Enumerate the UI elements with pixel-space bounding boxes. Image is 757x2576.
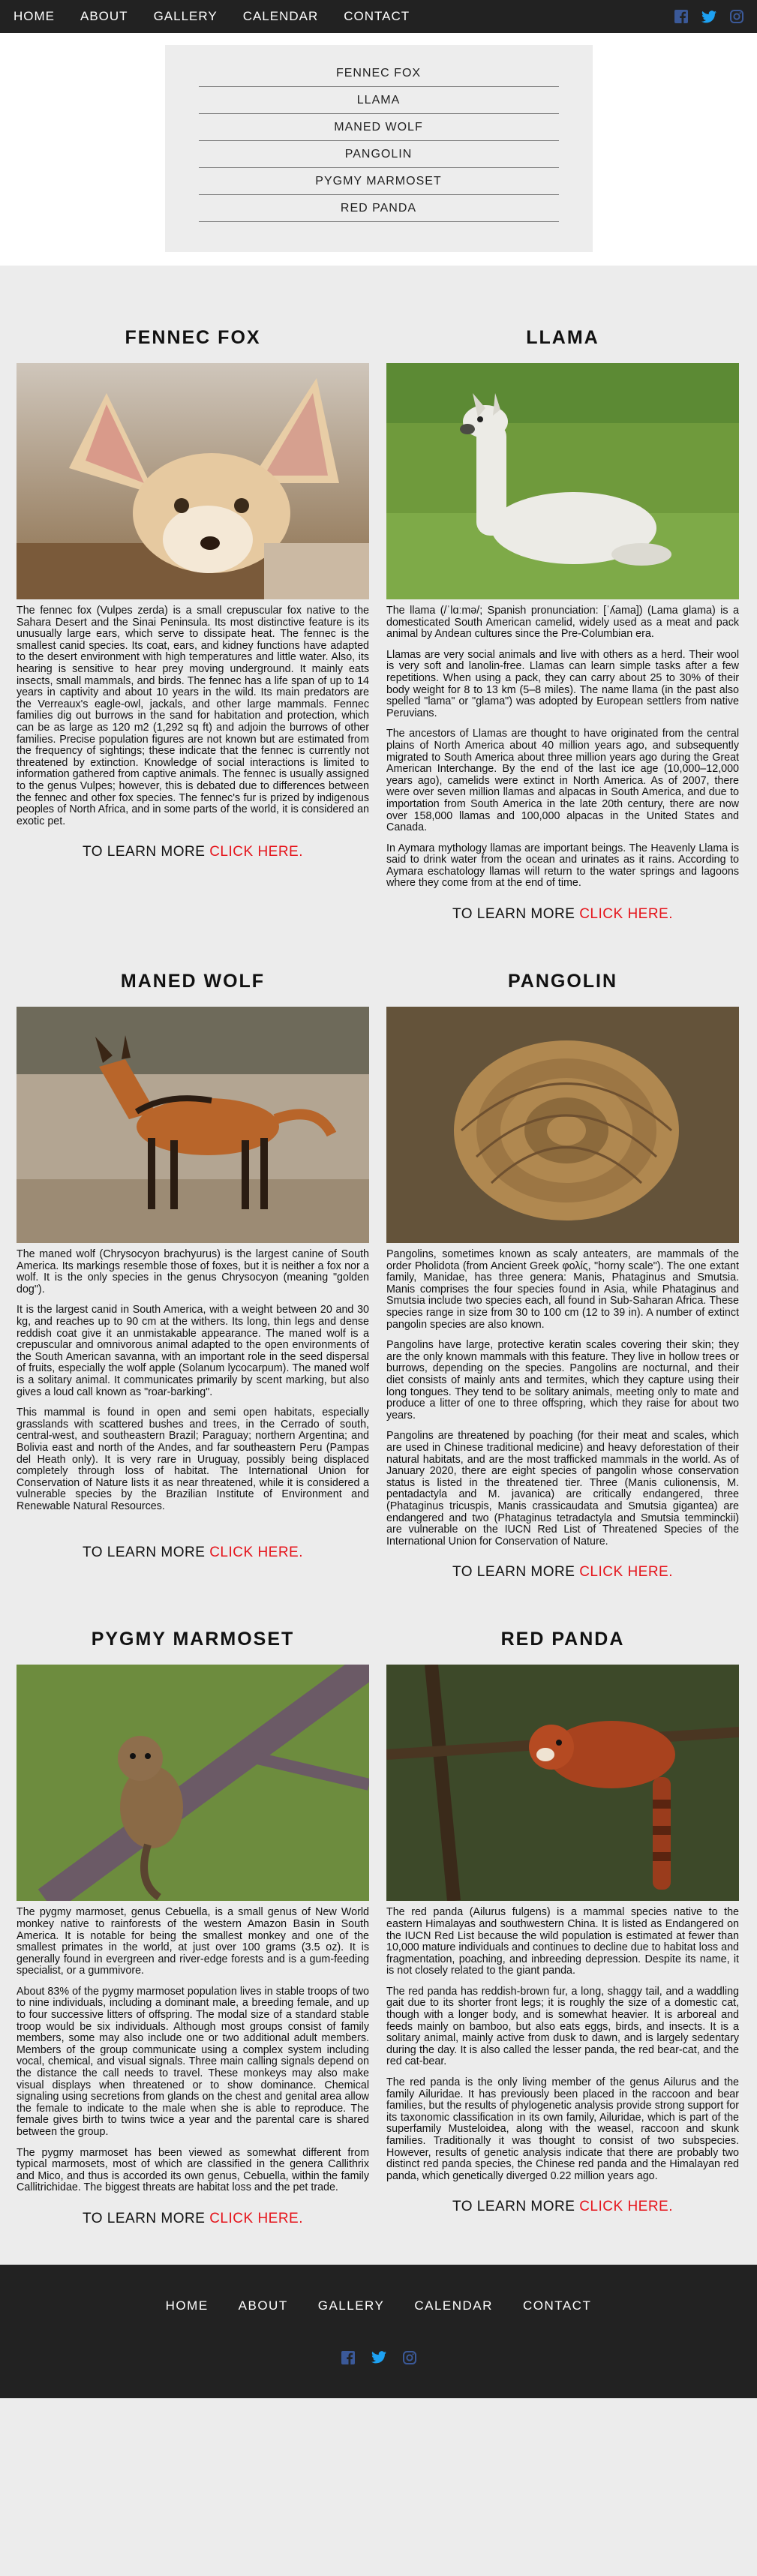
fennec-fox-photo (17, 363, 369, 599)
learn-more: TO LEARN MORE CLICK HERE. (386, 906, 739, 923)
card-paragraph: In Aymara mythology llamas are important… (386, 842, 739, 890)
animal-cards: FENNEC FOX The fennec fox (Vulpes zerda)… (0, 266, 757, 2250)
menu-item-red-panda[interactable]: RED PANDA (198, 195, 559, 222)
click-here-link[interactable]: CLICK HERE. (209, 1545, 303, 1560)
footer-calendar-link[interactable]: CALENDAR (414, 2298, 493, 2313)
top-nav-links: HOME ABOUT GALLERY CALENDAR CONTACT (14, 9, 422, 24)
facebook-icon[interactable] (674, 10, 688, 23)
learn-more: TO LEARN MORE CLICK HERE. (17, 1545, 369, 1561)
animal-menu: FENNEC FOX LLAMA MANED WOLF PANGOLIN PYG… (164, 45, 593, 252)
card-paragraph: The red panda (Ailurus fulgens) is a mam… (386, 1906, 739, 1977)
instagram-icon[interactable] (730, 10, 743, 23)
card-paragraph: Llamas are very social animals and live … (386, 648, 739, 719)
card-paragraph: The red panda has reddish-brown fur, a l… (386, 1985, 739, 2068)
footer-nav-links: HOME ABOUT GALLERY CALENDAR CONTACT (166, 2298, 592, 2313)
footer-gallery-link[interactable]: GALLERY (318, 2298, 385, 2313)
card-pygmy-marmoset: PYGMY MARMOSET The pygmy marmoset, genus… (17, 1603, 369, 2250)
llama-photo (386, 363, 739, 599)
nav-about-link[interactable]: ABOUT (68, 9, 141, 24)
card-paragraph: The pygmy marmoset, genus Cebuella, is a… (17, 1906, 369, 1977)
facebook-icon[interactable] (341, 2350, 355, 2364)
footer-contact-link[interactable]: CONTACT (523, 2298, 591, 2313)
learn-more: TO LEARN MORE CLICK HERE. (17, 2211, 369, 2227)
learn-more: TO LEARN MORE CLICK HERE. (386, 2199, 739, 2215)
card-paragraph: Pangolins have large, protective keratin… (386, 1339, 739, 1422)
menu-item-pangolin[interactable]: PANGOLIN (198, 141, 559, 168)
instagram-icon[interactable] (402, 2350, 416, 2364)
card-paragraph: The maned wolf (Chrysocyon brachyurus) i… (17, 1248, 369, 1296)
card-paragraph: The red panda is the only living member … (386, 2076, 739, 2182)
learn-more-text: TO LEARN MORE (82, 844, 210, 860)
card-paragraph: Pangolins, sometimes known as scaly ante… (386, 1248, 739, 1331)
menu-item-fennec-fox[interactable]: FENNEC FOX (198, 60, 559, 87)
click-here-link[interactable]: CLICK HERE. (579, 906, 673, 922)
footer-home-link[interactable]: HOME (166, 2298, 209, 2313)
animal-menu-section: FENNEC FOX LLAMA MANED WOLF PANGOLIN PYG… (0, 33, 757, 266)
click-here-link[interactable]: CLICK HERE. (209, 844, 303, 860)
learn-more-text: TO LEARN MORE (452, 2199, 580, 2215)
card-title: PYGMY MARMOSET (91, 1629, 295, 1650)
click-here-link[interactable]: CLICK HERE. (579, 2199, 673, 2214)
card-paragraph: About 83% of the pygmy marmoset populati… (17, 1985, 369, 2138)
learn-more-text: TO LEARN MORE (82, 1544, 210, 1560)
card-paragraph: It is the largest canid in South America… (17, 1304, 369, 1398)
nav-home-link[interactable]: HOME (14, 9, 68, 24)
card-llama: LLAMA The llama (/ˈlɑːmə/; Spanish pronu… (386, 302, 739, 945)
card-title: PANGOLIN (507, 971, 618, 992)
menu-item-maned-wolf[interactable]: MANED WOLF (198, 114, 559, 141)
card-paragraph: Pangolins are threatened by poaching (fo… (386, 1430, 739, 1548)
menu-item-llama[interactable]: LLAMA (198, 87, 559, 114)
card-maned-wolf: MANED WOLF The maned wolf (Chrysocyon br… (17, 945, 369, 1603)
card-pangolin: PANGOLIN Pangolins, sometimes known as s… (386, 945, 739, 1603)
top-navbar: HOME ABOUT GALLERY CALENDAR CONTACT (0, 0, 757, 33)
red-panda-photo (386, 1665, 739, 1902)
card-title: LLAMA (526, 327, 599, 348)
card-paragraph: The ancestors of Llamas are thought to h… (386, 728, 739, 834)
card-title: FENNEC FOX (125, 327, 261, 348)
menu-item-pygmy-marmoset[interactable]: PYGMY MARMOSET (198, 168, 559, 195)
card-fennec-fox: FENNEC FOX The fennec fox (Vulpes zerda)… (17, 302, 369, 945)
footer-social-icons (341, 2350, 416, 2364)
footer-about-link[interactable]: ABOUT (239, 2298, 288, 2313)
pangolin-photo (386, 1007, 739, 1244)
nav-contact-link[interactable]: CONTACT (331, 9, 422, 24)
learn-more: TO LEARN MORE CLICK HERE. (17, 844, 369, 860)
card-red-panda: RED PANDA The red panda (Ailurus fulgens… (386, 1603, 739, 2250)
maned-wolf-photo (17, 1007, 369, 1244)
learn-more-text: TO LEARN MORE (82, 2210, 210, 2226)
click-here-link[interactable]: CLICK HERE. (579, 1564, 673, 1580)
nav-gallery-link[interactable]: GALLERY (141, 9, 230, 24)
top-social-icons (674, 10, 743, 23)
card-paragraph: This mammal is found in open and semi op… (17, 1407, 369, 1512)
card-title: MANED WOLF (120, 971, 266, 992)
click-here-link[interactable]: CLICK HERE. (209, 2211, 303, 2226)
nav-calendar-link[interactable]: CALENDAR (230, 9, 332, 24)
card-paragraph: The llama (/ˈlɑːmə/; Spanish pronunciati… (386, 605, 739, 641)
twitter-icon[interactable] (701, 10, 716, 23)
learn-more: TO LEARN MORE CLICK HERE. (386, 1564, 739, 1581)
pygmy-marmoset-photo (17, 1665, 369, 1902)
learn-more-text: TO LEARN MORE (452, 906, 580, 923)
card-paragraph: The fennec fox (Vulpes zerda) is a small… (17, 605, 369, 827)
card-title: RED PANDA (500, 1629, 625, 1650)
learn-more-text: TO LEARN MORE (452, 1564, 580, 1581)
card-paragraph: The pygmy marmoset has been viewed as so… (17, 2146, 369, 2194)
footer: HOME ABOUT GALLERY CALENDAR CONTACT (0, 2264, 757, 2398)
twitter-icon[interactable] (371, 2351, 386, 2364)
